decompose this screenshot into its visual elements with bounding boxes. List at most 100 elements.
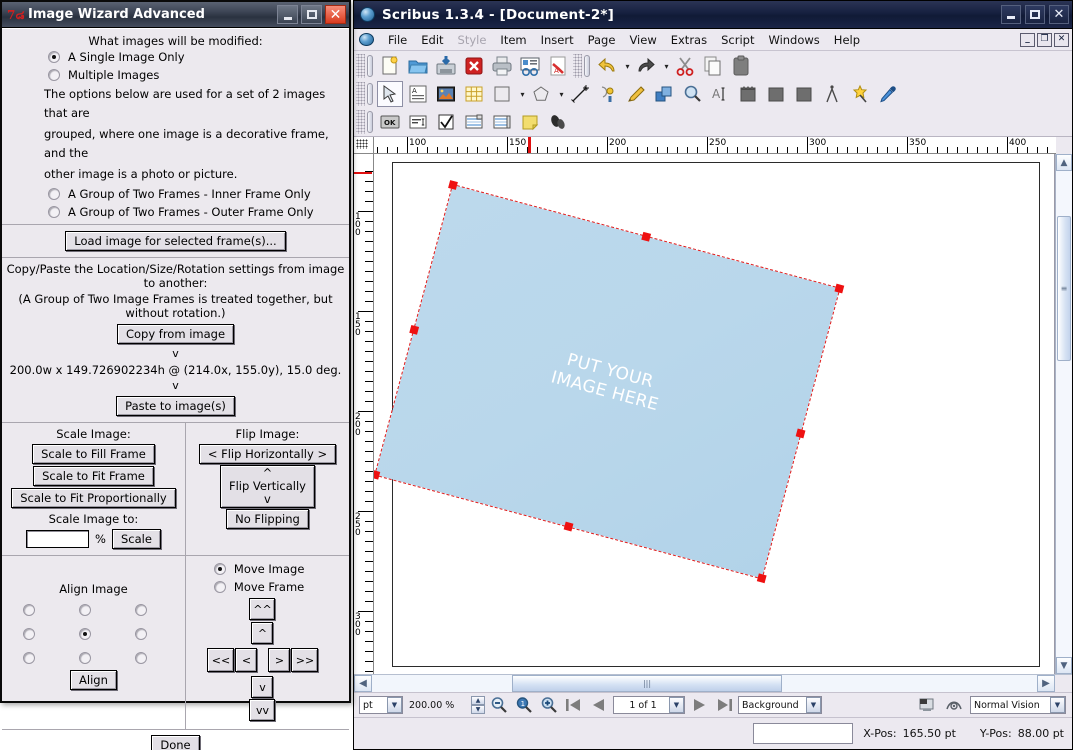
save-icon[interactable] (433, 53, 459, 79)
flip-horizontally-button[interactable]: < Flip Horizontally > (198, 444, 337, 464)
align-cell-middle-right[interactable] (135, 628, 148, 640)
pdf-annotation-icon[interactable] (517, 109, 543, 135)
unit-dropdown-icon[interactable]: ▼ (387, 697, 402, 713)
last-page-icon[interactable] (713, 695, 735, 715)
scribus-close-button[interactable]: ✕ (1049, 5, 1069, 24)
radio-inner-frame[interactable]: A Group of Two Frames - Inner Frame Only (6, 185, 345, 203)
pdf-checkbox-icon[interactable] (433, 109, 459, 135)
text-annotation-icon[interactable] (791, 81, 817, 107)
redo-icon[interactable] (633, 53, 659, 79)
mdi-close-button[interactable]: ✕ (1054, 32, 1069, 47)
preview-mode-icon[interactable] (916, 695, 938, 715)
zoom-out-icon[interactable] (488, 695, 510, 715)
resize-handle-bottom-left[interactable] (374, 469, 381, 480)
radio-multiple-images[interactable]: Multiple Images (6, 66, 345, 84)
polygon-icon[interactable] (528, 81, 554, 107)
edit-toolbar-handle[interactable] (584, 55, 590, 77)
visual-appearance-icon[interactable] (943, 695, 965, 715)
load-image-button[interactable]: Load image for selected frame(s)... (65, 231, 286, 251)
radio-move-frame[interactable]: Move Frame (186, 578, 349, 596)
scale-to-fit-proportionally-button[interactable]: Scale to Fit Proportionally (11, 488, 176, 508)
align-cell-top-center[interactable] (79, 604, 92, 616)
zoom-in-icon[interactable] (538, 695, 560, 715)
align-cell-middle-center[interactable] (79, 628, 92, 640)
shape-icon[interactable] (489, 81, 515, 107)
pdf-pushbutton-icon[interactable]: OK (377, 109, 403, 135)
paste-icon[interactable] (728, 53, 754, 79)
move-left-big-button[interactable]: << (207, 648, 235, 672)
align-button[interactable]: Align (70, 670, 117, 690)
new-document-icon[interactable] (377, 53, 403, 79)
vertical-scrollbar[interactable]: ▲ ≡ ▼ (1055, 154, 1072, 674)
undo-dropdown-icon[interactable]: ▾ (622, 62, 633, 71)
scribus-maximize-button[interactable] (1025, 5, 1045, 24)
scroll-left-button[interactable]: ◀ (354, 675, 372, 692)
resize-handle-top-center[interactable] (641, 231, 652, 242)
paste-to-images-button[interactable]: Paste to image(s) (116, 396, 235, 416)
pdf-toolbar-handle[interactable] (367, 111, 373, 133)
polygon-dropdown-icon[interactable]: ▾ (556, 90, 567, 99)
resize-handle-middle-right[interactable] (795, 428, 806, 439)
vision-dropdown-icon[interactable]: ▼ (1050, 697, 1065, 713)
horizontal-ruler[interactable]: 100 150 200 250 300 350 400 (374, 137, 1056, 154)
align-cell-top-left[interactable] (23, 604, 36, 616)
blue-image-frame[interactable]: PUT YOUR IMAGE HERE (374, 180, 845, 584)
align-cell-bottom-left[interactable] (23, 652, 36, 664)
move-up-button[interactable]: ^ (251, 622, 274, 644)
move-down-button[interactable]: v (251, 676, 274, 698)
menu-file[interactable]: File (381, 31, 414, 49)
pdf-link-icon[interactable] (545, 109, 571, 135)
toolbar-grip[interactable] (356, 54, 365, 78)
zoom-spin-up[interactable]: ▲ (471, 696, 485, 705)
shape-dropdown-icon[interactable]: ▾ (517, 90, 528, 99)
pdf-toolbar-grip[interactable] (356, 110, 365, 134)
resize-handle-top-right[interactable] (834, 283, 845, 294)
move-left-button[interactable]: < (235, 648, 258, 672)
copy-item-properties-icon[interactable] (847, 81, 873, 107)
cut-scissors-icon[interactable] (672, 53, 698, 79)
mdi-restore-button[interactable]: ❐ (1037, 32, 1052, 47)
move-right-button[interactable]: > (268, 648, 291, 672)
wizard-maximize-button[interactable] (301, 5, 322, 24)
zoom-spinner[interactable]: ▲ ▼ (471, 696, 485, 714)
wizard-close-button[interactable]: ✕ (325, 5, 346, 24)
align-cell-bottom-right[interactable] (135, 652, 148, 664)
undo-icon[interactable] (594, 53, 620, 79)
open-folder-icon[interactable] (405, 53, 431, 79)
status-message-field[interactable] (753, 723, 854, 744)
align-cell-middle-left[interactable] (23, 628, 36, 640)
scroll-up-button[interactable]: ▲ (1056, 154, 1072, 171)
first-page-icon[interactable] (563, 695, 585, 715)
align-cell-top-right[interactable] (135, 604, 148, 616)
radio-outer-frame-indicator[interactable] (48, 206, 60, 218)
image-frame-icon[interactable] (433, 81, 459, 107)
scale-percent-input[interactable] (26, 530, 90, 548)
text-frame-icon[interactable]: A (405, 81, 431, 107)
flip-vertically-button[interactable]: ^ Flip Vertically v (219, 465, 315, 508)
menu-extras[interactable]: Extras (664, 31, 714, 49)
pdf-listbox-icon[interactable] (489, 109, 515, 135)
copy-from-image-button[interactable]: Copy from image (116, 324, 235, 344)
no-flipping-button[interactable]: No Flipping (226, 509, 309, 529)
bezier-curve-icon[interactable] (595, 81, 621, 107)
mdi-minimize-button[interactable]: _ (1020, 32, 1035, 47)
resize-handle-top-left[interactable] (448, 180, 458, 190)
horizontal-scrollbar[interactable]: ◀ ||| ▶ (354, 674, 1072, 692)
tools-toolbar-handle[interactable] (367, 83, 373, 105)
scale-button[interactable]: Scale (111, 529, 161, 549)
redo-dropdown-icon[interactable]: ▾ (661, 62, 672, 71)
scroll-down-button[interactable]: ▼ (1056, 657, 1072, 674)
done-button[interactable]: Done (151, 735, 200, 750)
previous-page-icon[interactable] (588, 695, 610, 715)
radio-multiple-images-indicator[interactable] (48, 69, 60, 81)
close-document-icon[interactable] (461, 53, 487, 79)
document-canvas[interactable]: PUT YOUR IMAGE HERE (374, 154, 1055, 674)
scroll-right-button[interactable]: ▶ (1037, 675, 1055, 692)
radio-outer-frame[interactable]: A Group of Two Frames - Outer Frame Only (6, 203, 345, 221)
wizard-minimize-button[interactable] (277, 5, 298, 24)
scribus-minimize-button[interactable] (1001, 5, 1021, 24)
toolbar-handle[interactable] (367, 55, 373, 77)
tools-toolbar-grip[interactable] (356, 82, 365, 106)
vision-combo[interactable]: Normal Vision ▼ (970, 696, 1066, 714)
menu-view[interactable]: View (622, 31, 663, 49)
